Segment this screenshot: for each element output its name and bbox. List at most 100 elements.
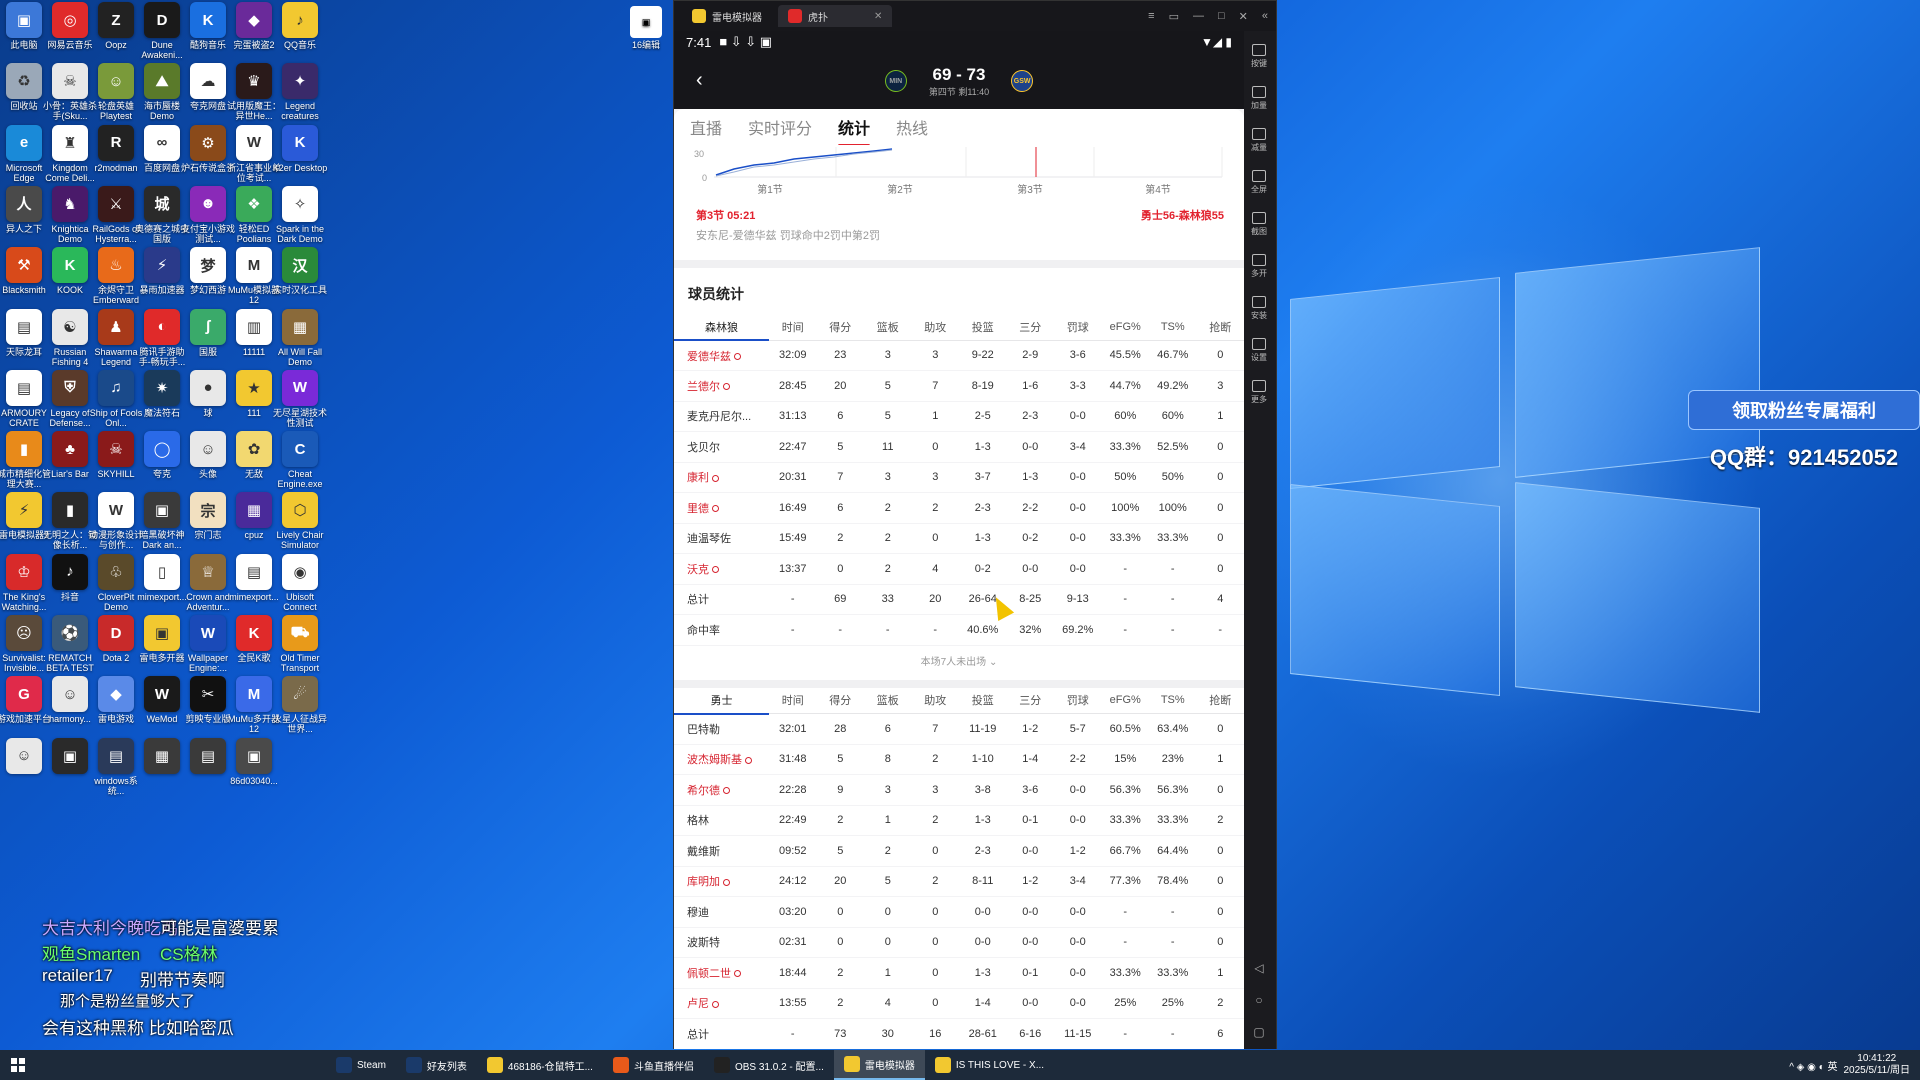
sidebar-button[interactable]: 多开 — [1244, 245, 1274, 287]
sidebar-button[interactable]: 截图 — [1244, 203, 1274, 245]
column-header[interactable]: 助攻 — [911, 687, 959, 714]
desktop-icon[interactable]: C Cheat Engine.exe — [272, 431, 328, 499]
column-header[interactable]: 三分 — [1006, 687, 1054, 714]
player-name[interactable]: 库明加 — [674, 866, 769, 897]
desktop-icon[interactable]: K K2er Desktop — [272, 124, 328, 193]
player-name[interactable]: 兰德尔 — [674, 370, 769, 402]
player-name[interactable]: 格林 — [674, 805, 769, 836]
desktop-icon[interactable]: ☄ 火星人征战异世界... — [272, 676, 328, 744]
desktop-icon[interactable]: ♪ QQ音乐 — [272, 2, 328, 70]
subtab[interactable]: 直播 — [690, 115, 722, 139]
table-row[interactable]: 麦克丹尼尔... 31:13 6 5 1 2-5 2-3 0-0 60% 60% 1 — [674, 401, 1244, 432]
column-header[interactable]: 投篮 — [959, 687, 1007, 714]
minimize-icon[interactable]: — — [1193, 10, 1204, 23]
column-header[interactable]: 得分 — [816, 687, 864, 714]
column-header[interactable]: TS% — [1149, 687, 1197, 714]
player-name[interactable]: 波杰姆斯基 — [674, 744, 769, 775]
table-row[interactable]: 沃克 13:37 0 2 4 0-2 0-0 0-0- -0 — [674, 553, 1244, 585]
table-row[interactable]: 波斯特 02:31 0 0 0 0-0 0-0 0-0- -0 — [674, 927, 1244, 958]
table-row[interactable]: 命中率 - - - -40.6% 32% 69.2% - - - — [674, 614, 1244, 646]
table-row[interactable]: 巴特勒 32:01 28 6 7 11-19 1-2 5-7 60.5% 63.4% 0 — [674, 713, 1244, 745]
sidebar-button[interactable]: 设置 — [1244, 329, 1274, 371]
column-header[interactable]: 投篮 — [959, 314, 1007, 341]
close-icon[interactable]: ✕ — [1239, 10, 1248, 23]
tray-icons[interactable]: ^ ◈ ◉ ◐ 英 — [1789, 1058, 1837, 1073]
desktop-icon[interactable]: ◉ Ubisoft Connect — [272, 553, 328, 622]
table-row[interactable]: 库明加 24:12 20 5 2 8-11 1-2 3-4 77.3% 78.4% 0 — [674, 866, 1244, 897]
sidebar-button[interactable]: 安装 — [1244, 287, 1274, 329]
maximize-icon[interactable]: □ — [1218, 10, 1225, 23]
column-header[interactable]: 罚球 — [1054, 314, 1102, 341]
table-row[interactable]: 里德 16:49 6 2 2 2-3 2-2 0-0 100% 100% 0 — [674, 492, 1244, 524]
table-row[interactable]: 康利 20:31 7 3 3 3-7 1-3 0-0 50% 50% 0 — [674, 462, 1244, 493]
close-tab-icon[interactable]: ✕ — [874, 11, 882, 22]
taskbar-app[interactable]: 468186-仓鼠特工... — [477, 1050, 603, 1080]
table-row[interactable]: 穆迪 03:20 0 0 0 0-0 0-0 0-0- -0 — [674, 896, 1244, 928]
desktop-icon[interactable]: ✧ Spark in the Dark Demo — [272, 185, 328, 254]
table-row[interactable]: 佩顿二世 18:44 2 1 0 1-3 0-1 0-0 33.3% 33.3% 1 — [674, 957, 1244, 989]
taskbar-app[interactable]: OBS 31.0.2 - 配置... — [704, 1050, 834, 1080]
table-row[interactable]: 迪温琴佐 15:49 2 2 0 1-3 0-2 0-0 33.3% 33.3% 0 — [674, 523, 1244, 554]
column-header[interactable]: 得分 — [816, 314, 864, 341]
sidebar-button[interactable]: 加量 — [1244, 77, 1274, 119]
desktop-icon[interactable]: 汉实时汉化工具 — [272, 247, 328, 315]
restore-icon[interactable]: ▭ — [1169, 10, 1179, 23]
player-name[interactable]: 康利 — [674, 462, 769, 493]
desktop-icon[interactable]: ⬡ Lively Chair Simulator — [272, 492, 328, 560]
column-header[interactable]: 三分 — [1006, 314, 1054, 341]
player-name[interactable]: 麦克丹尼尔... — [674, 401, 769, 432]
bench-note[interactable]: 本场7人未出场 ⌄ — [674, 645, 1244, 680]
table-row[interactable]: 卢尼 13:55 2 4 0 1-4 0-0 0-0 25% 25% 2 — [674, 988, 1244, 1019]
taskbar-app[interactable]: 好友列表 — [396, 1050, 477, 1080]
player-name[interactable]: 里德 — [674, 492, 769, 524]
player-name[interactable]: 希尔德 — [674, 774, 769, 806]
player-name[interactable]: 穆迪 — [674, 896, 769, 928]
back-arrow-icon[interactable]: ‹ — [696, 69, 703, 92]
desktop-shortcut-edit[interactable]: ▣ 16编辑 — [628, 6, 664, 51]
player-name[interactable]: 卢尼 — [674, 988, 769, 1019]
player-name[interactable]: 命中率 — [674, 614, 769, 646]
column-header[interactable]: 抢断 — [1196, 687, 1244, 714]
table-row[interactable]: 总计 -69 33 20 26-64 8-25 9-13- -4 — [674, 584, 1244, 615]
column-header[interactable]: 罚球 — [1054, 687, 1102, 714]
subtab[interactable]: 实时评分 — [748, 115, 812, 139]
player-name[interactable]: 波斯特 — [674, 927, 769, 958]
table-row[interactable]: 戴维斯 09:52 5 2 0 2-3 0-0 1-2 66.7% 64.4% 0 — [674, 835, 1244, 867]
desktop-icon[interactable]: ⛟ Old Timer Transport — [272, 615, 328, 683]
table-row[interactable]: 波杰姆斯基 31:48 5 8 2 1-10 1-4 2-2 15% 23% 1 — [674, 744, 1244, 775]
column-header[interactable]: 助攻 — [911, 314, 959, 341]
player-name[interactable]: 佩顿二世 — [674, 957, 769, 989]
player-name[interactable]: 总计 — [674, 584, 769, 615]
column-header[interactable]: eFG% — [1101, 687, 1149, 714]
back-nav-icon[interactable]: ◁ — [1254, 961, 1263, 975]
start-button[interactable] — [0, 1050, 36, 1080]
taskbar-app[interactable]: Steam — [326, 1050, 396, 1080]
tab-hupu[interactable]: 虎扑 ✕ — [778, 5, 893, 27]
team-name-header[interactable]: 森林狼 — [674, 314, 769, 341]
team-name-header[interactable]: 勇士 — [674, 687, 769, 715]
table-row[interactable]: 希尔德 22:28 9 3 3 3-8 3-6 0-0 56.3% 56.3% 0 — [674, 774, 1244, 806]
player-name[interactable]: 沃克 — [674, 553, 769, 585]
tab-emulator-home[interactable]: 雷电模拟器 — [682, 5, 772, 27]
taskbar-app[interactable]: 斗鱼直播伴侣 — [603, 1050, 704, 1080]
player-name[interactable]: 迪温琴佐 — [674, 523, 769, 554]
recents-nav-icon[interactable]: ▢ — [1253, 1025, 1264, 1039]
player-name[interactable]: 戴维斯 — [674, 835, 769, 867]
menu-icon[interactable]: ≡ — [1148, 10, 1154, 23]
desktop-icon[interactable]: W 无尽星湖技术性测试 — [272, 369, 328, 438]
table-row[interactable]: 总计 -73 30 16 28-61 6-16 11-15- -6 — [674, 1018, 1244, 1049]
fan-benefit-button[interactable]: 领取粉丝专属福利 — [1688, 390, 1920, 430]
column-header[interactable]: eFG% — [1101, 314, 1149, 341]
desktop-icon[interactable]: ✦ Legend creatures — [272, 63, 328, 131]
column-header[interactable]: 时间 — [769, 314, 817, 341]
clock[interactable]: 10:41:22 2025/5/11/周日 — [1843, 1053, 1910, 1077]
collapse-sidebar-icon[interactable]: « — [1262, 10, 1268, 23]
desktop-icon[interactable]: ▣ 86d03040... — [226, 737, 282, 806]
player-name[interactable]: 戈贝尔 — [674, 431, 769, 463]
sidebar-button[interactable]: 全屏 — [1244, 161, 1274, 203]
subtab[interactable]: 热线 — [896, 115, 928, 139]
player-name[interactable]: 总计 — [674, 1018, 769, 1049]
column-header[interactable]: 篮板 — [864, 687, 912, 714]
table-row[interactable]: 戈贝尔 22:47 5 11 0 1-3 0-0 3-4 33.3% 52.5% 0 — [674, 431, 1244, 463]
column-header[interactable]: 篮板 — [864, 314, 912, 341]
